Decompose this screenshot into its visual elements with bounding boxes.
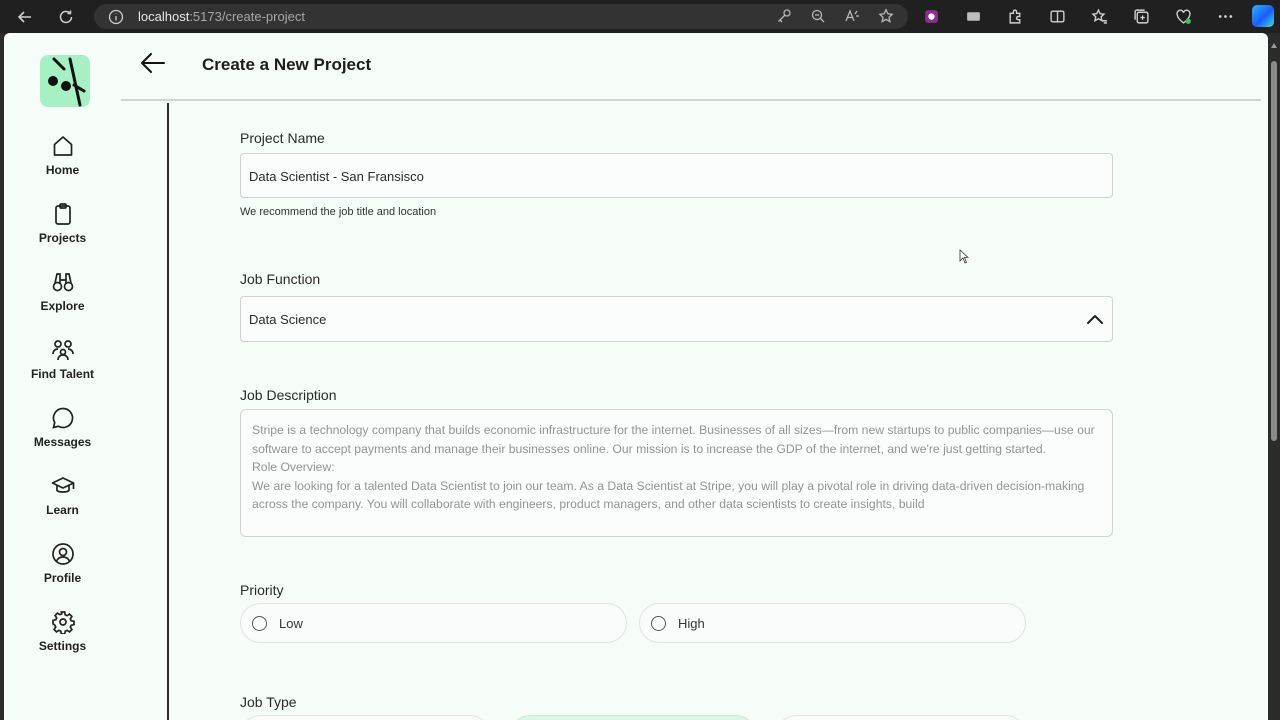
job-type-option-selected[interactable] <box>510 715 756 720</box>
job-description-paragraph: We are looking for a talented Data Scien… <box>252 478 1085 512</box>
scrollbar-thumb[interactable] <box>1271 61 1277 441</box>
priority-option-high[interactable]: High <box>639 603 1026 643</box>
chat-bubble-icon <box>51 407 73 429</box>
browser-essentials-button[interactable] <box>1172 6 1194 28</box>
job-type-option[interactable] <box>240 715 490 720</box>
gear-icon <box>51 611 75 634</box>
page-title: Create a New Project <box>202 55 372 74</box>
sidebar-item-label: Profile <box>43 571 82 585</box>
project-name-helper: We recommend the job title and location <box>240 206 437 218</box>
job-description-label: Job Description <box>240 387 337 403</box>
sidebar-item-label: Explore <box>40 299 85 313</box>
content-divider <box>167 103 169 720</box>
user-circle-icon <box>51 543 74 565</box>
mouse-cursor-icon <box>959 249 969 264</box>
puzzle-icon <box>1008 9 1020 24</box>
priority-option-label: High <box>678 615 705 631</box>
sidebar-item-find-talent[interactable]: Find Talent <box>4 338 121 398</box>
app-logo[interactable] <box>40 55 90 107</box>
info-icon <box>108 9 124 24</box>
job-type-option[interactable] <box>776 715 1026 720</box>
sidebar-item-label: Home <box>45 163 80 177</box>
wallet-button[interactable] <box>962 6 984 28</box>
sidebar-item-home[interactable]: Home <box>4 134 121 194</box>
sidebar-item-settings[interactable]: Settings <box>4 610 121 670</box>
favorite-star-icon[interactable] <box>878 8 894 24</box>
collections-icon <box>1133 9 1149 24</box>
priority-option-low[interactable]: Low <box>240 603 627 643</box>
project-name-label: Project Name <box>240 130 325 146</box>
split-screen-button[interactable] <box>1046 6 1068 28</box>
url-path: :5173/create-project <box>189 9 305 24</box>
sidebar: Home Projects Explore Find Talent Messag… <box>4 33 121 720</box>
extension-color-icon <box>924 10 938 23</box>
reload-button[interactable] <box>49 0 83 33</box>
sidebar-item-label: Find Talent <box>30 367 95 381</box>
priority-label: Priority <box>240 582 284 598</box>
browser-toolbar: localhost:5173/create-project <box>0 0 1280 33</box>
copilot-icon[interactable] <box>1252 5 1274 27</box>
clipboard-icon <box>54 203 71 225</box>
app-window: Home Projects Explore Find Talent Messag… <box>4 33 1268 720</box>
split-screen-icon <box>1049 10 1065 23</box>
sidebar-item-learn[interactable]: Learn <box>4 474 121 534</box>
priority-option-label: Low <box>279 615 303 631</box>
heart-pulse-icon <box>1175 9 1191 24</box>
graduation-cap-icon <box>51 477 74 493</box>
sidebar-item-label: Settings <box>38 639 87 653</box>
address-bar[interactable]: localhost:5173/create-project <box>94 4 908 29</box>
wallet-icon <box>966 12 980 21</box>
extension-puzzle-colored[interactable] <box>920 6 942 28</box>
logo-icon <box>48 57 86 107</box>
page-scrollbar[interactable] <box>1268 33 1280 720</box>
job-type-label: Job Type <box>240 694 297 710</box>
sidebar-item-label: Projects <box>38 231 87 245</box>
more-dots-icon <box>1218 15 1232 18</box>
radio-circle[interactable] <box>252 615 267 631</box>
people-icon <box>51 340 74 361</box>
job-description-paragraph: Stripe is a technology company that buil… <box>252 423 1095 456</box>
chevron-up-icon[interactable] <box>1084 309 1106 329</box>
scroll-up-arrow-icon[interactable] <box>1271 43 1277 48</box>
sidebar-item-label: Messages <box>33 435 92 449</box>
home-icon <box>53 136 72 156</box>
favorites-button[interactable] <box>1088 6 1110 28</box>
back-nav-button[interactable] <box>8 0 42 33</box>
key-icon[interactable] <box>776 8 792 24</box>
extensions-button[interactable] <box>1004 6 1026 28</box>
collections-button[interactable] <box>1130 6 1152 28</box>
page-header: Create a New Project <box>121 33 1261 101</box>
arrow-left-icon <box>17 10 31 23</box>
project-name-value: Data Scientist - San Fransisco <box>249 169 424 184</box>
read-aloud-icon[interactable] <box>844 8 860 24</box>
job-function-label: Job Function <box>240 271 321 287</box>
reload-icon <box>59 10 73 23</box>
job-description-paragraph: Role Overview: <box>252 460 335 475</box>
back-arrow-icon[interactable] <box>139 50 167 76</box>
sidebar-item-profile[interactable]: Profile <box>4 542 121 602</box>
favorites-list-icon <box>1090 8 1107 24</box>
zoom-icon[interactable] <box>810 8 826 24</box>
sidebar-item-label: Learn <box>46 503 79 517</box>
binoculars-icon <box>52 273 73 292</box>
sidebar-item-explore[interactable]: Explore <box>4 270 121 330</box>
sidebar-item-messages[interactable]: Messages <box>4 406 121 466</box>
sidebar-item-projects[interactable]: Projects <box>4 202 121 262</box>
project-name-input[interactable]: Data Scientist - San Fransisco <box>240 153 1113 198</box>
url-host: localhost <box>138 9 190 24</box>
settings-more-button[interactable] <box>1214 6 1236 28</box>
radio-circle[interactable] <box>651 615 666 631</box>
job-function-select[interactable]: Data Science <box>240 296 1113 342</box>
job-description-textarea[interactable]: Stripe is a technology company that buil… <box>240 409 1113 537</box>
job-function-value: Data Science <box>249 312 327 327</box>
